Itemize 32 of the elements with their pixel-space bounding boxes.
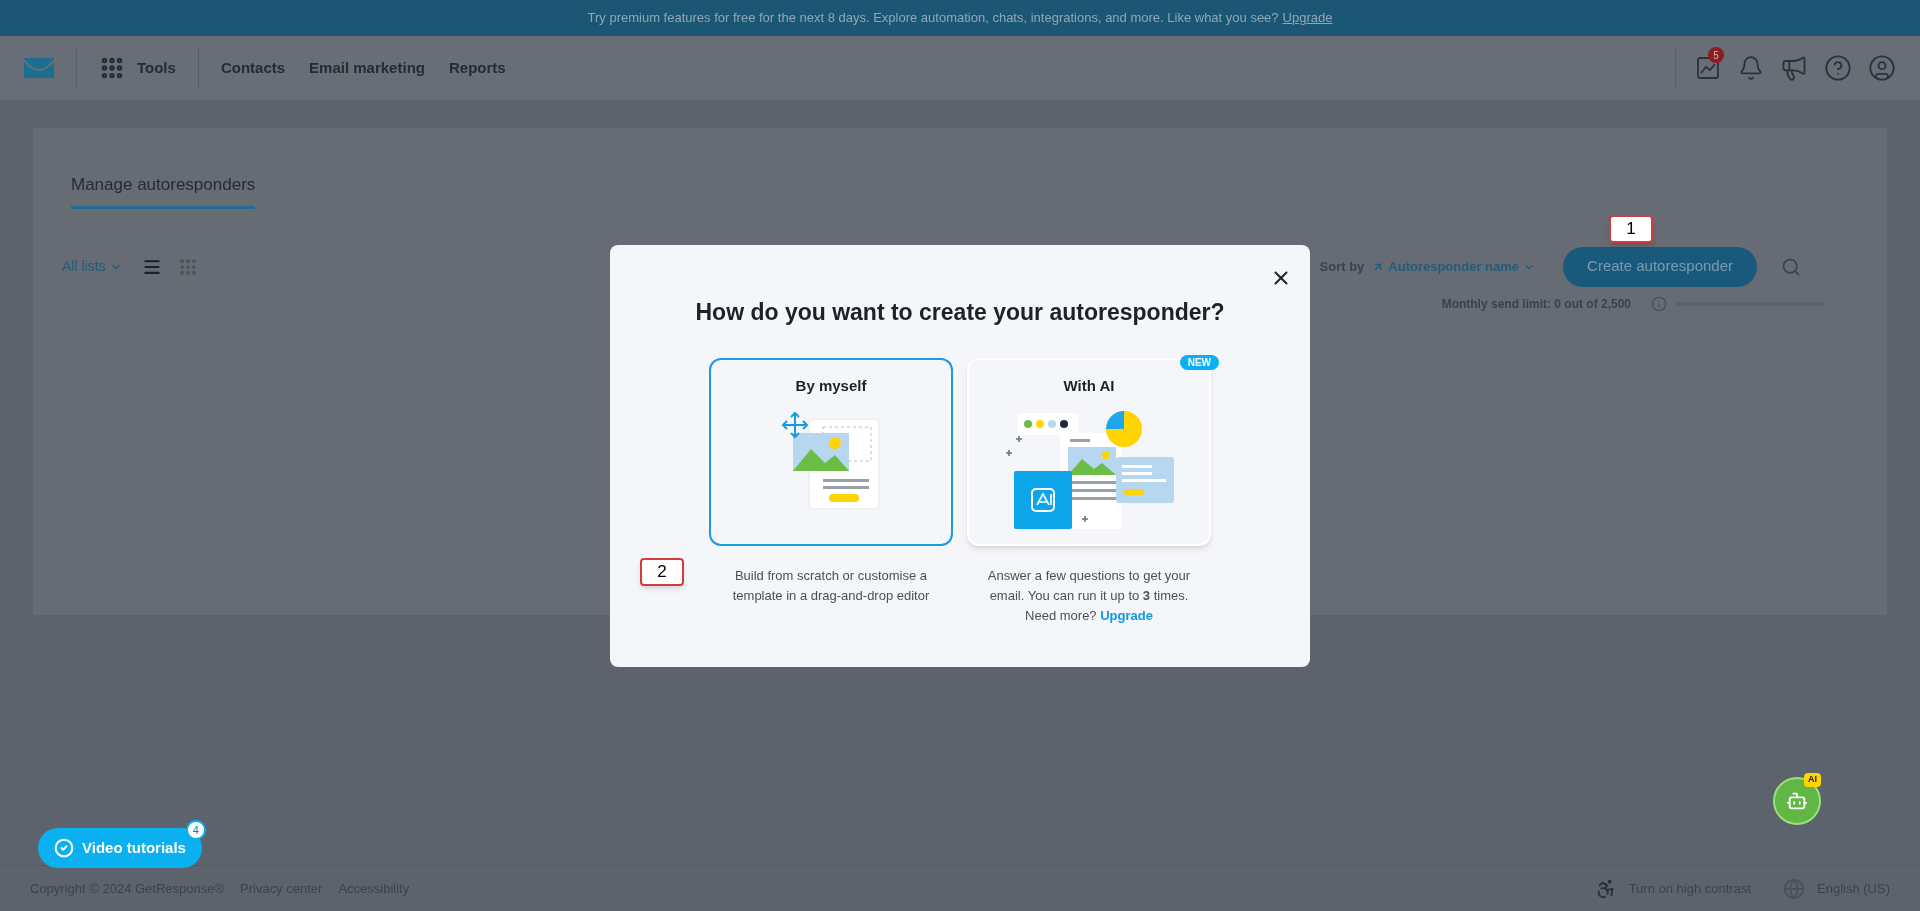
info-icon[interactable]: [1651, 295, 1667, 312]
option-title: With AI: [1063, 375, 1115, 396]
notifications-icon[interactable]: [1738, 55, 1764, 81]
option-title: By myself: [795, 375, 867, 396]
option-description: Build from scratch or customise a template in a drag-and-drop editor: [731, 566, 931, 605]
upgrade-link[interactable]: Upgrade: [1100, 607, 1153, 623]
check-circle-icon: [54, 838, 74, 858]
nav-link[interactable]: Email marketing: [309, 56, 425, 80]
create-autoresponder-button[interactable]: Create autoresponder: [1563, 246, 1757, 287]
apps-grid-icon: [99, 55, 125, 81]
notification-count: 5: [1708, 47, 1724, 63]
tools-menu[interactable]: Tools: [99, 55, 176, 81]
assistant-button[interactable]: [1773, 777, 1821, 825]
nav-link[interactable]: Contacts: [220, 56, 286, 80]
nav-link[interactable]: Reports: [448, 56, 506, 80]
robot-icon: [1786, 790, 1808, 812]
banner-text: Try premium features for free for the next 8 days. Explore automation, chats, integrations, and more. Like what you see?: [587, 9, 1279, 28]
help-icon[interactable]: [1824, 54, 1852, 82]
option-description: Answer a few questions to get your email. You can run it up to 3 times. Need more? Upgrade: [986, 566, 1192, 625]
megaphone-icon[interactable]: [1780, 54, 1808, 82]
callout-number: 1: [1609, 215, 1653, 243]
new-badge: NEW: [1179, 354, 1219, 370]
tutorial-count: 4: [185, 820, 206, 840]
grid-view-icon[interactable]: [177, 256, 198, 277]
ai-badge: AI: [1804, 773, 1821, 787]
search-icon[interactable]: [1781, 256, 1801, 277]
upgrade-link[interactable]: Upgrade: [1282, 8, 1333, 28]
dialog-title: How do you want to create your autoresponder?: [695, 298, 1225, 327]
option-card[interactable]: By myself: [709, 357, 953, 546]
callout-number: 2: [640, 558, 684, 586]
tab[interactable]: Manage autoresponders: [71, 172, 256, 209]
account-icon[interactable]: [1868, 54, 1896, 82]
